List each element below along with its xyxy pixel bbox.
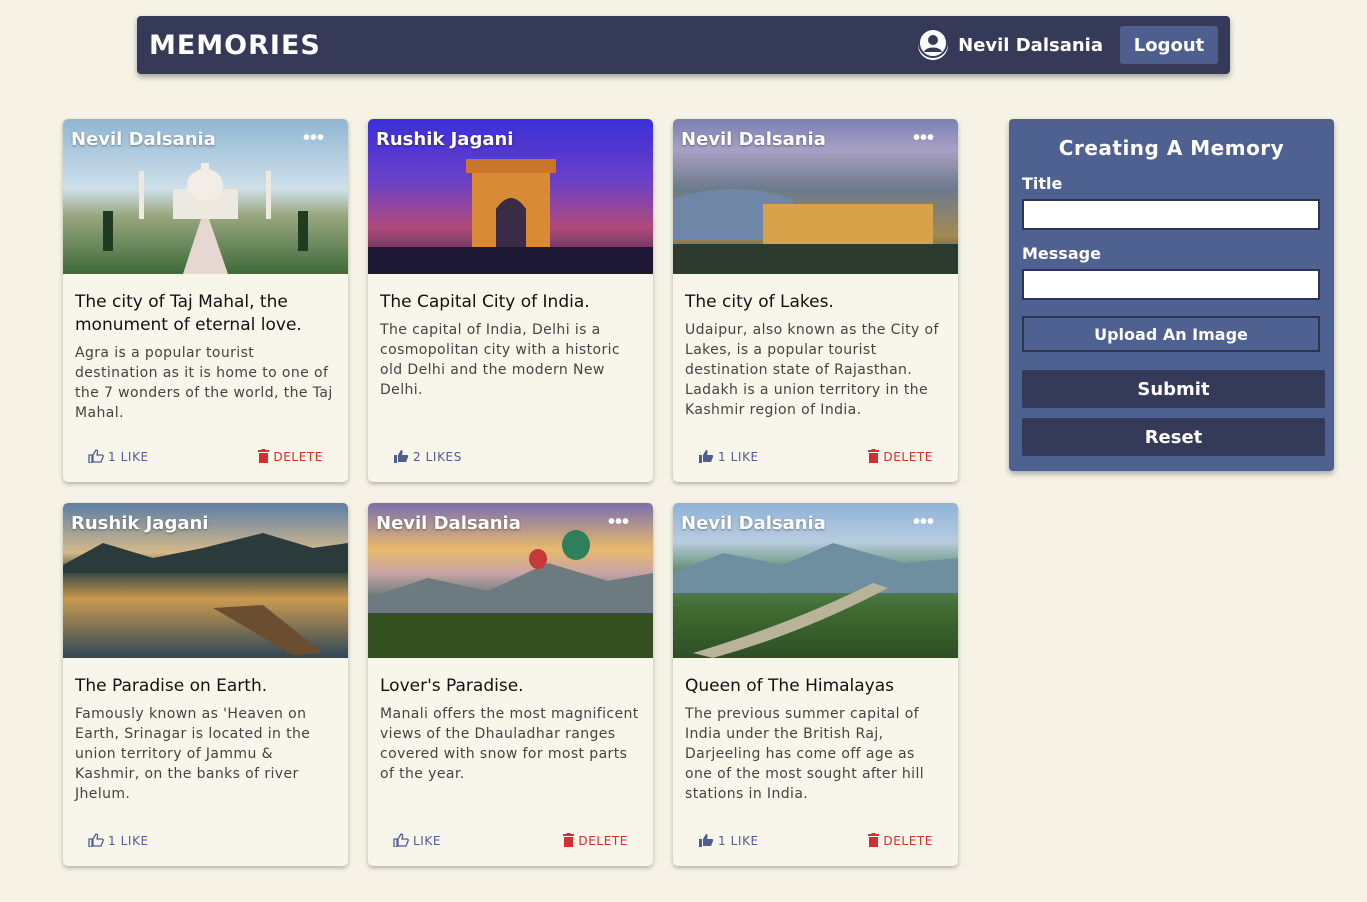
card-title: The Capital City of India. [380,292,590,312]
like-button[interactable]: 1 LIKE [88,448,149,466]
thumb-up-icon [393,449,413,466]
memory-image: Rushik Jagani [368,119,653,274]
delete-button[interactable]: DELETE [868,832,933,850]
memory-image: Nevil Dalsania ••• [368,503,653,658]
memory-card: Nevil Dalsania ••• The city of Lakes. Ud… [673,119,958,482]
trash-icon [868,448,883,466]
memory-card: Nevil Dalsania ••• Queen of The Himalaya… [673,503,958,866]
card-actions: LIKE DELETE [368,832,653,850]
more-options-icon[interactable]: ••• [907,127,940,149]
memory-form: Creating A Memory Title Message Upload A… [1009,119,1334,471]
like-count: 2 LIKES [413,450,462,464]
card-message: The previous summer capital of India und… [685,706,925,802]
delete-label: DELETE [883,450,933,464]
card-author: Rushik Jagani [71,513,209,534]
message-input[interactable] [1022,269,1320,300]
like-button[interactable]: 2 LIKES [393,449,462,466]
submit-button[interactable]: Submit [1022,370,1325,408]
trash-icon [563,832,578,850]
delete-label: DELETE [273,450,323,464]
like-button[interactable]: LIKE [393,832,442,850]
form-title: Creating A Memory [1058,136,1285,160]
trash-icon [868,832,883,850]
memory-image: Nevil Dalsania ••• [673,119,958,274]
card-title: Lover's Paradise. [380,676,524,696]
card-actions: 1 LIKE [63,832,348,850]
memory-image: Nevil Dalsania ••• [63,119,348,274]
card-title: The city of Lakes. [685,292,834,312]
card-title: Queen of The Himalayas [685,676,895,696]
memory-card: Nevil Dalsania ••• Lover's Paradise. Man… [368,503,653,866]
trash-icon [258,448,273,466]
memory-card: Rushik Jagani The Paradise on Earth. Fam… [63,503,348,866]
card-author: Nevil Dalsania [376,513,521,534]
message-label: Message [1022,244,1101,263]
like-count: 1 LIKE [718,450,759,464]
card-title: The city of Taj Mahal, the monument of e… [75,292,302,335]
card-message: Manali offers the most magnificent views… [380,706,639,782]
card-message: Agra is a popular tourist destination as… [75,345,333,421]
card-author: Nevil Dalsania [681,129,826,150]
like-button[interactable]: 1 LIKE [698,449,759,466]
delete-button[interactable]: DELETE [563,832,628,850]
more-options-icon[interactable]: ••• [602,511,635,533]
memory-card: Nevil Dalsania ••• The city of Taj Mahal… [63,119,348,482]
title-label: Title [1022,174,1063,193]
card-message: Udaipur, also known as the City of Lakes… [685,322,939,418]
more-options-icon[interactable]: ••• [297,127,330,149]
card-message: The capital of India, Delhi is a cosmopo… [380,322,621,398]
delete-label: DELETE [883,834,933,848]
thumb-up-icon [698,833,718,850]
like-count: LIKE [413,834,442,848]
title-input[interactable] [1022,199,1320,230]
app-bar: MEMORIES Nevil Dalsania Logout [137,16,1230,74]
thumb-up-outline-icon [393,832,413,850]
card-title: The Paradise on Earth. [75,676,268,696]
card-actions: 1 LIKE DELETE [63,448,348,466]
like-count: 1 LIKE [108,450,149,464]
thumb-up-outline-icon [88,448,108,466]
like-button[interactable]: 1 LIKE [88,832,149,850]
user-name: Nevil Dalsania [958,34,1103,56]
memory-image: Nevil Dalsania ••• [673,503,958,658]
like-count: 1 LIKE [718,834,759,848]
like-button[interactable]: 1 LIKE [698,833,759,850]
card-author: Rushik Jagani [376,129,514,150]
user-icon [918,28,949,62]
avatar [918,28,949,62]
card-actions: 2 LIKES [368,448,653,466]
upload-image-button[interactable]: Upload An Image [1022,316,1320,352]
like-count: 1 LIKE [108,834,149,848]
card-message: Famously known as 'Heaven on Earth, Srin… [75,706,311,802]
more-options-icon[interactable]: ••• [907,511,940,533]
card-author: Nevil Dalsania [71,129,216,150]
logout-button[interactable]: Logout [1120,26,1218,64]
card-author: Nevil Dalsania [681,513,826,534]
thumb-up-outline-icon [88,832,108,850]
memory-image: Rushik Jagani [63,503,348,658]
brand-title: MEMORIES [149,29,321,61]
memory-card: Rushik Jagani The Capital City of India.… [368,119,653,482]
reset-button[interactable]: Reset [1022,418,1325,456]
thumb-up-icon [698,449,718,466]
card-actions: 1 LIKE DELETE [673,448,958,466]
delete-label: DELETE [578,834,628,848]
user-box: Nevil Dalsania Logout [918,26,1218,64]
delete-button[interactable]: DELETE [258,448,323,466]
card-actions: 1 LIKE DELETE [673,832,958,850]
delete-button[interactable]: DELETE [868,448,933,466]
